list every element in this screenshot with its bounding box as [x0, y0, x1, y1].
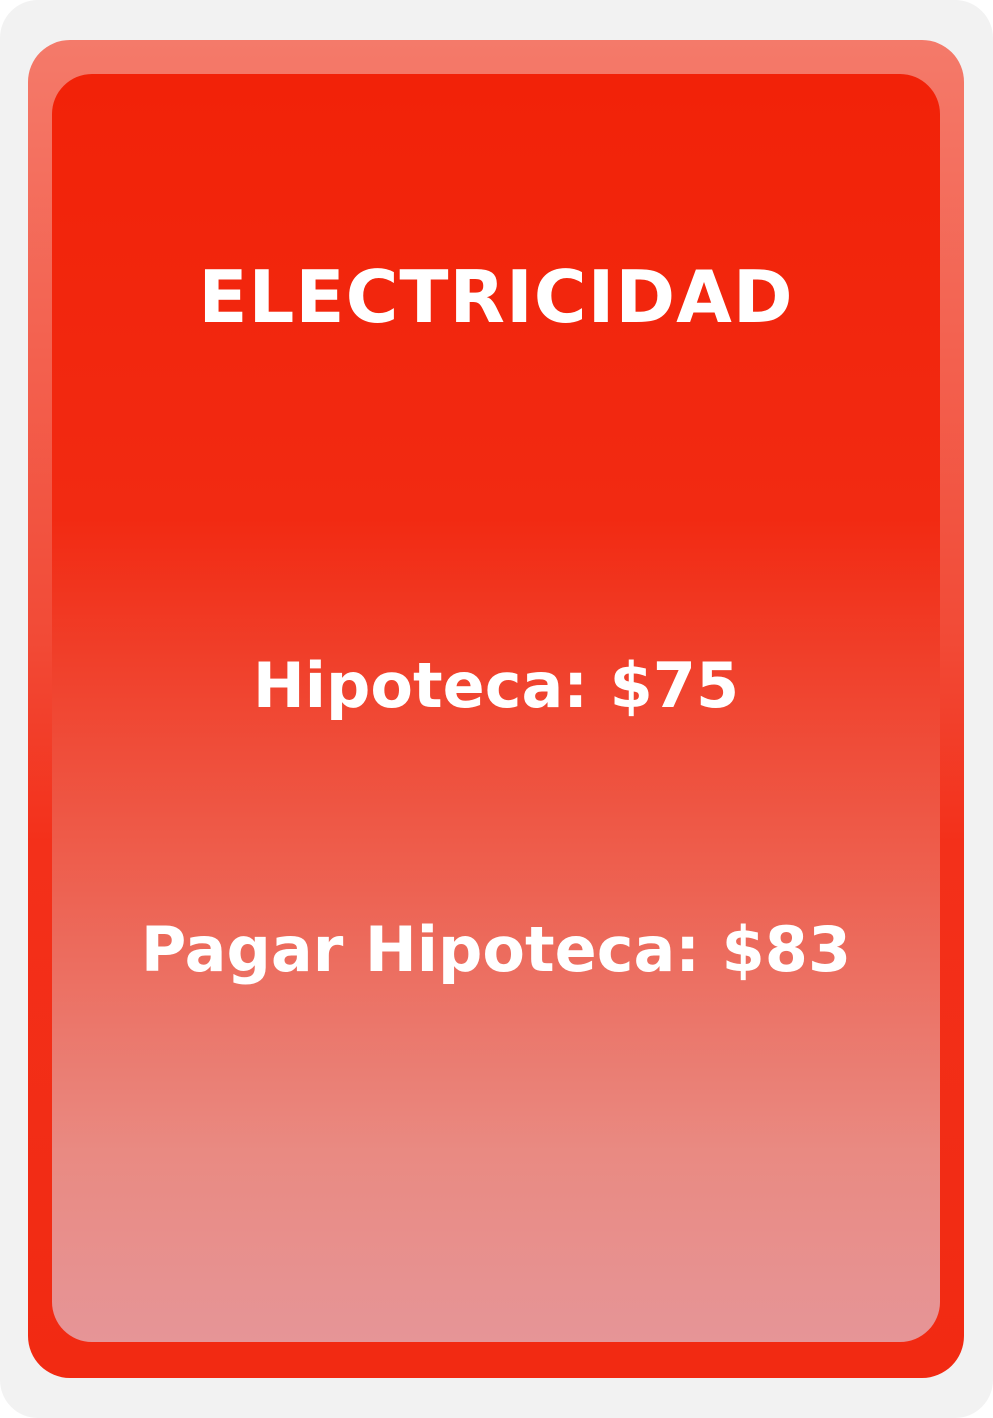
- card-frame: ELECTRICIDAD Hipoteca: $75 Pagar Hipotec…: [0, 0, 993, 1418]
- card-title: ELECTRICIDAD: [198, 255, 794, 339]
- pay-mortgage-value: Pagar Hipoteca: $83: [140, 913, 852, 986]
- property-card[interactable]: ELECTRICIDAD Hipoteca: $75 Pagar Hipotec…: [52, 74, 940, 1342]
- mortgage-value: Hipoteca: $75: [252, 649, 740, 722]
